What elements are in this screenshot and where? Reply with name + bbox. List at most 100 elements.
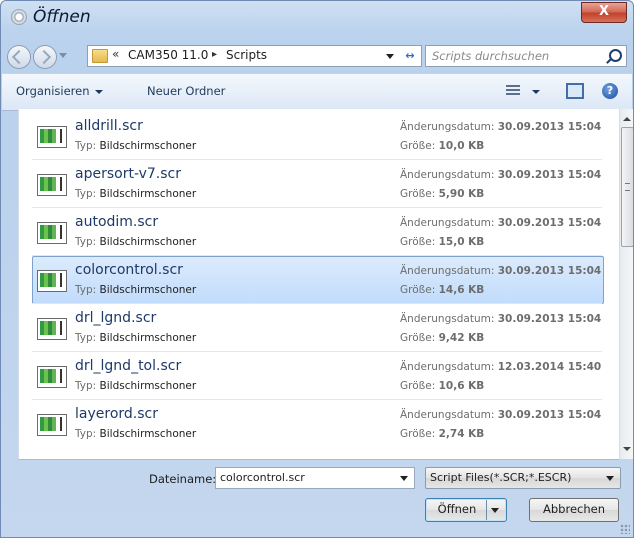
title-bar: Öffnen X	[1, 1, 633, 35]
close-button[interactable]: X	[581, 2, 627, 23]
date-value: 30.09.2013 15:04	[497, 121, 602, 133]
date-value: 30.09.2013 15:04	[497, 409, 602, 421]
file-row[interactable]: drl_lgnd_tol.scr Typ: Bildschirmschoner Än…	[32, 352, 604, 400]
size-label: Größe:	[400, 140, 436, 152]
chevron-down-icon	[94, 89, 103, 94]
filetype-select[interactable]: Script Files(*.SCR;*.ESCR)	[425, 467, 621, 489]
file-size: Größe: 2,74 KB	[400, 428, 484, 440]
file-type: Typ: Bildschirmschoner	[75, 428, 196, 440]
scroll-up-icon[interactable]	[623, 117, 631, 121]
file-type: Typ: Bildschirmschoner	[75, 380, 196, 392]
file-date: Änderungsdatum: 12.03.2014 15:40	[400, 361, 601, 373]
view-options-icon[interactable]	[506, 84, 520, 98]
filetype-dropdown-icon	[606, 476, 614, 481]
file-row[interactable]: alldrill.scr Typ: Bildschirmschoner Änderu…	[32, 112, 604, 160]
script-file-icon	[37, 222, 67, 244]
organize-menu[interactable]: Organisieren	[16, 84, 103, 98]
forward-arrow-icon	[36, 49, 52, 65]
cancel-button[interactable]: Abbrechen	[529, 498, 619, 522]
filename-dropdown-icon[interactable]	[400, 476, 408, 481]
size-value: 2,74 KB	[438, 428, 485, 440]
open-options-dropdown-icon[interactable]	[491, 508, 499, 513]
size-label: Größe:	[400, 380, 436, 392]
file-date: Änderungsdatum: 30.09.2013 15:04	[400, 121, 601, 133]
file-row[interactable]: layerord.scr Typ: Bildschirmschoner Änderu…	[32, 400, 604, 448]
resize-grip[interactable]	[620, 524, 630, 534]
size-label: Größe:	[400, 332, 436, 344]
vertical-scrollbar[interactable]	[619, 109, 633, 459]
file-name: layerord.scr	[75, 406, 158, 422]
search-box[interactable]: Scripts durchsuchen	[425, 45, 627, 67]
scroll-down-icon[interactable]	[623, 447, 631, 451]
address-row: « CAM350 11.0 ▸ Scripts ↔ Scripts durchs…	[1, 35, 633, 73]
search-icon[interactable]	[609, 49, 622, 62]
file-row[interactable]: autodim.scr Typ: Bildschirmschoner Änderun…	[32, 208, 604, 256]
file-type: Typ: Bildschirmschoner	[75, 188, 196, 200]
address-dropdown-icon[interactable]	[386, 54, 394, 59]
breadcrumb-overflow[interactable]: «	[112, 47, 119, 61]
date-label: Änderungsdatum:	[400, 169, 495, 181]
file-date: Änderungsdatum: 30.09.2013 15:04	[400, 217, 601, 229]
size-label: Größe:	[400, 428, 436, 440]
size-value: 10,0 KB	[438, 140, 485, 152]
open-button-label: Öffnen	[437, 502, 477, 516]
breadcrumb-cam350[interactable]: CAM350 11.0	[128, 48, 208, 62]
date-label: Änderungsdatum:	[400, 313, 495, 325]
type-label: Typ:	[75, 236, 97, 248]
size-label: Größe:	[400, 236, 436, 248]
file-type: Typ: Bildschirmschoner	[75, 284, 196, 296]
script-file-icon	[37, 414, 67, 436]
type-value: Bildschirmschoner	[99, 188, 197, 200]
forward-button[interactable]	[33, 45, 57, 69]
breadcrumb-separator[interactable]: ▸	[212, 49, 217, 60]
grip-icon	[625, 183, 630, 191]
size-value: 5,90 KB	[438, 188, 485, 200]
recent-locations-dropdown[interactable]	[59, 53, 67, 58]
organize-label: Organisieren	[16, 84, 90, 98]
script-file-icon	[37, 318, 67, 340]
filetype-value: Script Files(*.SCR;*.ESCR)	[430, 471, 572, 484]
file-name: autodim.scr	[75, 214, 159, 230]
help-icon[interactable]: ?	[602, 83, 618, 99]
type-value: Bildschirmschoner	[99, 140, 197, 152]
date-label: Änderungsdatum:	[400, 409, 495, 421]
file-list: alldrill.scr Typ: Bildschirmschoner Änderu…	[18, 109, 619, 460]
file-size: Größe: 10,0 KB	[400, 140, 484, 152]
preview-pane-icon[interactable]	[566, 83, 584, 99]
new-folder-button[interactable]: Neuer Ordner	[147, 84, 225, 98]
date-label: Änderungsdatum:	[400, 217, 495, 229]
script-file-icon	[37, 174, 67, 196]
filename-label: Dateiname:	[149, 472, 217, 486]
command-bar: Organisieren Neuer Ordner ?	[2, 73, 632, 111]
date-value: 30.09.2013 15:04	[497, 217, 602, 229]
file-date: Änderungsdatum: 30.09.2013 15:04	[400, 313, 601, 325]
type-label: Typ:	[75, 380, 97, 392]
size-value: 10,6 KB	[438, 380, 485, 392]
type-label: Typ:	[75, 284, 97, 296]
view-dropdown-icon[interactable]	[532, 90, 540, 94]
file-size: Größe: 14,6 KB	[400, 284, 484, 296]
scroll-thumb[interactable]	[621, 127, 633, 247]
filename-input[interactable]: colorcontrol.scr	[215, 467, 415, 489]
refresh-button[interactable]: ↔	[399, 45, 422, 67]
file-row[interactable]: drl_lgnd.scr Typ: Bildschirmschoner Änderu…	[32, 304, 604, 352]
script-file-icon	[37, 270, 67, 292]
back-button[interactable]	[7, 45, 31, 69]
search-input[interactable]: Scripts durchsuchen	[432, 49, 549, 63]
file-type: Typ: Bildschirmschoner	[75, 332, 196, 344]
file-name: apersort-v7.scr	[75, 166, 182, 182]
file-row[interactable]: apersort-v7.scr Typ: Bildschirmschoner Änd…	[32, 160, 604, 208]
type-label: Typ:	[75, 140, 97, 152]
address-bar[interactable]: « CAM350 11.0 ▸ Scripts	[87, 45, 401, 67]
size-value: 14,6 KB	[438, 284, 485, 296]
breadcrumb-scripts[interactable]: Scripts	[226, 48, 267, 62]
file-size: Größe: 15,0 KB	[400, 236, 484, 248]
open-dialog: Öffnen X « CAM350 11.0 ▸ Scripts ↔ Scrip…	[0, 0, 634, 538]
file-type: Typ: Bildschirmschoner	[75, 140, 196, 152]
file-name: drl_lgnd.scr	[75, 310, 157, 326]
back-arrow-icon	[11, 49, 27, 65]
filename-value[interactable]: colorcontrol.scr	[220, 471, 305, 484]
file-size: Größe: 9,42 KB	[400, 332, 484, 344]
type-value: Bildschirmschoner	[99, 380, 197, 392]
file-row[interactable]: colorcontrol.scr Typ: Bildschirmschoner Än…	[32, 256, 604, 304]
